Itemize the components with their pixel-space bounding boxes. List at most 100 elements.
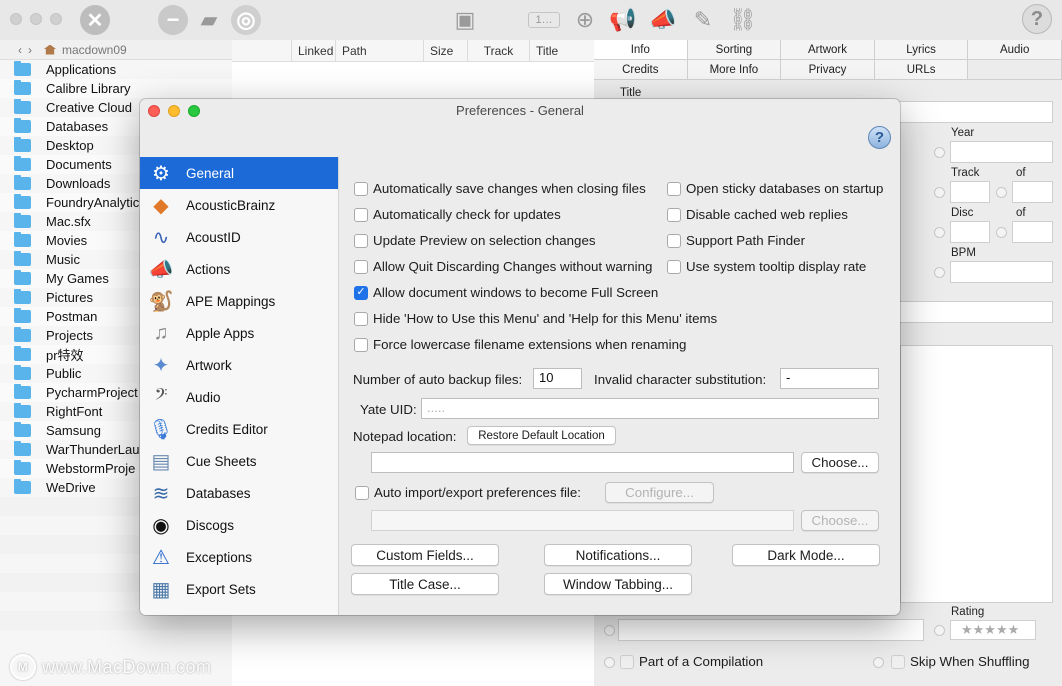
auto-import-checkbox[interactable] [355,485,369,500]
rating-radio[interactable] [934,625,945,636]
help-icon[interactable]: ? [1022,4,1052,34]
option-hide-how-to-use-this-menu-and-help-for-t[interactable]: Hide 'How to Use this Menu' and 'Help fo… [354,311,717,326]
option-force-lowercase-filename-extensions-when[interactable]: Force lowercase filename extensions when… [354,337,686,352]
choose-notepad-button[interactable]: Choose... [801,452,879,473]
folder-edit-icon[interactable]: ▰ [194,5,224,35]
checkbox-checked[interactable]: ✓ [354,285,368,300]
close-button[interactable] [148,105,160,117]
sidebar-item-ape-mappings[interactable]: 🐒 APE Mappings [140,285,338,317]
compilation-checkbox[interactable] [620,654,634,669]
grouping-radio[interactable] [604,625,615,636]
shuffle-radio[interactable] [873,657,884,668]
col-header-size[interactable]: Size [424,40,468,61]
megaphone-off-icon[interactable]: 📣 [648,5,678,35]
grouping-popup[interactable] [618,619,924,641]
checkbox[interactable] [667,259,681,274]
auto-import-row[interactable]: Auto import/export preferences file: [355,485,581,500]
option-allow-quit-discarding-changes-without-wa[interactable]: Allow Quit Discarding Changes without wa… [354,259,652,274]
disc-of-radio[interactable] [996,227,1007,238]
compilation-row[interactable]: Part of a Compilation [620,654,763,669]
shuffle-row[interactable]: Skip When Shuffling [891,654,1030,669]
tab-urls[interactable]: URLs [874,60,969,80]
tab-info[interactable]: Info [594,40,688,60]
megaphone-icon[interactable]: 📢 [608,5,638,35]
link-icon[interactable]: ⛓ [728,5,758,35]
sidebar-item-general[interactable]: ⚙ General [140,157,338,189]
checkbox[interactable] [354,181,368,196]
comments-area[interactable] [900,345,1053,603]
sidebar-item-databases[interactable]: ≋ Databases [140,477,338,509]
backup-count-input[interactable]: 10 [533,368,582,389]
remove-icon[interactable]: ✕ [80,5,110,35]
col-header-title[interactable]: Title [530,40,594,61]
sidebar-item-apple-apps[interactable]: ♫ Apple Apps [140,317,338,349]
disc-icon[interactable]: ◎ [231,5,261,35]
option-disable-cached-web-replies[interactable]: Disable cached web replies [667,207,848,222]
checkbox[interactable] [354,233,368,248]
sidebar-item-acoustid[interactable]: ∿ AcoustID [140,221,338,253]
option-automatically-save-changes-when-closing-[interactable]: Automatically save changes when closing … [354,181,646,196]
custom-fields-button[interactable]: Custom Fields... [351,544,499,566]
col-header-track[interactable]: Track [468,40,530,61]
year-field[interactable] [950,141,1053,163]
dark-mode-button[interactable]: Dark Mode... [732,544,880,566]
option-allow-document-windows-to-become-full-sc[interactable]: ✓ Allow document windows to become Full S… [354,285,658,300]
folder-item[interactable]: Calibre Library [0,79,232,98]
genre-popup[interactable] [894,301,1053,323]
compilation-radio[interactable] [604,657,615,668]
forward-arrow-icon[interactable]: › [28,43,32,57]
import-path-field[interactable] [371,510,794,531]
close-window-button-inactive[interactable] [10,13,22,25]
option-automatically-check-for-updates[interactable]: Automatically check for updates [354,207,561,222]
checkbox[interactable] [667,233,681,248]
notifications-button[interactable]: Notifications... [544,544,692,566]
sidebar-item-export-sets[interactable]: ▦ Export Sets [140,573,338,605]
minimize-window-button-inactive[interactable] [30,13,42,25]
checkbox[interactable] [354,311,368,326]
save-icon[interactable]: ▣ [450,5,480,35]
option-open-sticky-databases-on-startup[interactable]: Open sticky databases on startup [667,181,883,196]
invalid-char-input[interactable]: - [780,368,879,389]
notepad-path-field[interactable] [371,452,794,473]
checkbox[interactable] [667,207,681,222]
tab-credits[interactable]: Credits [594,60,688,80]
tab-privacy[interactable]: Privacy [781,60,875,80]
minimize-button[interactable] [168,105,180,117]
shuffle-checkbox[interactable] [891,654,905,669]
bpm-radio[interactable] [934,267,945,278]
zoom-button[interactable] [188,105,200,117]
checkbox[interactable] [667,181,681,196]
disc-radio[interactable] [934,227,945,238]
title-case-button[interactable]: Title Case... [351,573,499,595]
sidebar-item-discogs[interactable]: ◉ Discogs [140,509,338,541]
disc-field[interactable] [950,221,990,243]
folder-item[interactable]: Applications [0,60,232,79]
track-radio[interactable] [934,187,945,198]
counter-icon[interactable]: 1… [528,12,560,28]
disc-total-field[interactable] [1012,221,1053,243]
title-field[interactable] [894,101,1053,123]
col-header-linked[interactable]: Linked [292,40,336,61]
option-update-preview-on-selection-changes[interactable]: Update Preview on selection changes [354,233,596,248]
option-use-system-tooltip-display-rate[interactable]: Use system tooltip display rate [667,259,866,274]
help-button[interactable]: ? [868,126,891,149]
window-tabbing-button[interactable]: Window Tabbing... [544,573,692,595]
rating-stars[interactable]: ★★★★★ [950,620,1036,640]
bpm-field[interactable] [950,261,1053,283]
tab-lyrics[interactable]: Lyrics [874,40,969,60]
sidebar-item-acousticbrainz[interactable]: ◆ AcousticBrainz [140,189,338,221]
sidebar-item-actions[interactable]: 📣 Actions [140,253,338,285]
restore-default-location-button[interactable]: Restore Default Location [467,426,616,445]
checkbox[interactable] [354,259,368,274]
col-header-path[interactable]: Path [336,40,424,61]
sidebar-item-credits-editor[interactable]: 🎙 Credits Editor [140,413,338,445]
checkbox[interactable] [354,337,368,352]
choose-import-button[interactable]: Choose... [801,510,879,531]
checkbox[interactable] [354,207,368,222]
track-total-field[interactable] [1012,181,1053,203]
tab-sorting[interactable]: Sorting [687,40,782,60]
track-of-radio[interactable] [996,187,1007,198]
tab-artwork[interactable]: Artwork [781,40,875,60]
track-field[interactable] [950,181,990,203]
pencil-icon[interactable]: ✎ [688,5,718,35]
